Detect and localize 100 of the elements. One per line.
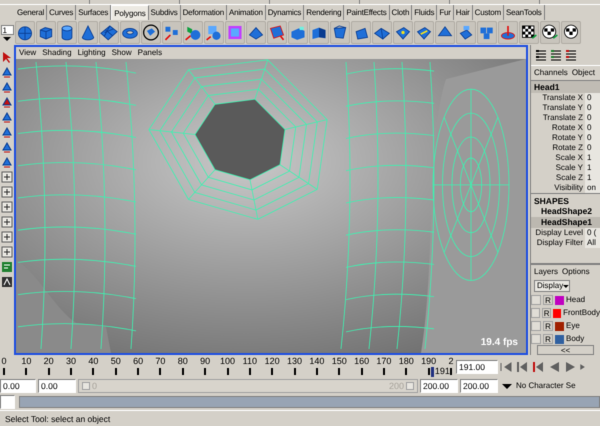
tool-icon[interactable]	[1, 96, 13, 108]
range-start-field[interactable]: 0.00	[38, 379, 76, 393]
attribute-value[interactable]: 0	[585, 92, 600, 103]
tool-icon[interactable]	[1, 111, 13, 123]
shelf-button[interactable]	[351, 21, 371, 44]
attribute-value[interactable]: 0	[585, 122, 600, 133]
shelf-button[interactable]	[36, 21, 56, 44]
shelf-button[interactable]	[57, 21, 77, 44]
shelf-button[interactable]	[309, 21, 329, 44]
reference-toggle[interactable]: R	[543, 295, 553, 305]
attribute-value[interactable]: 0	[585, 142, 600, 153]
shape-name[interactable]: HeadShape2	[531, 206, 600, 217]
reference-toggle[interactable]: R	[543, 321, 553, 331]
command-field[interactable]	[0, 395, 15, 409]
slider-handle[interactable]	[406, 382, 414, 390]
shelf-tab[interactable]: PaintEffects	[344, 5, 390, 20]
slider-handle[interactable]	[82, 382, 90, 390]
layout-icon[interactable]	[1, 171, 13, 183]
shelf-button[interactable]	[99, 21, 119, 44]
shelf-number-field[interactable]: 1	[0, 24, 14, 34]
shelf-tab[interactable]: Dynamics	[266, 5, 304, 20]
shelf-button[interactable]	[78, 21, 98, 44]
layout-icon[interactable]	[1, 216, 13, 228]
collapse-button[interactable]: <<	[537, 345, 594, 355]
list-icon[interactable]	[565, 49, 577, 61]
shelf-tab[interactable]: General	[15, 5, 48, 20]
shelf-button[interactable]	[393, 21, 413, 44]
attribute-name[interactable]: Translate Z	[531, 112, 585, 123]
attribute-name[interactable]: Display Filter	[531, 238, 585, 248]
layer-name[interactable]: FrontBody	[563, 308, 600, 318]
shelf-tab[interactable]: Fur	[437, 5, 454, 20]
shelf-tab[interactable]: Polygons	[111, 5, 148, 20]
tool-icon[interactable]	[1, 141, 13, 153]
start-time-field[interactable]: 0.00	[0, 379, 36, 393]
layer-name[interactable]: Body	[566, 334, 584, 344]
shelf-button[interactable]	[120, 21, 140, 44]
tool-icon[interactable]	[1, 66, 13, 78]
layer-name[interactable]: Head	[566, 295, 586, 305]
attribute-value[interactable]: 1	[585, 162, 600, 173]
shelf-tab[interactable]: Subdivs	[148, 5, 181, 20]
menu-item[interactable]: Lighting	[78, 47, 106, 59]
layout-icon[interactable]	[1, 201, 13, 213]
attribute-name[interactable]: Scale Z	[531, 172, 585, 183]
layer-color-swatch[interactable]	[555, 296, 564, 304]
reference-toggle[interactable]: R	[543, 334, 553, 344]
shelf-tab[interactable]: Cloth	[390, 5, 412, 20]
current-time-field[interactable]: 191.00	[456, 360, 498, 374]
attribute-value[interactable]: 0 (	[585, 228, 600, 238]
display-dropdown[interactable]: Display	[534, 280, 570, 292]
shelf-tab[interactable]: Hair	[454, 5, 473, 20]
shelf-tab[interactable]: SeanTools	[504, 5, 545, 20]
attribute-value[interactable]: 1	[585, 172, 600, 183]
layer-color-swatch[interactable]	[555, 322, 564, 330]
time-slider[interactable]: 0 10 20 30 40 50 60 70 80 90 100 110 120 130 140 150 160 170 180 190 2 191	[0, 355, 456, 378]
attribute-name[interactable]: Rotate Z	[531, 142, 585, 153]
attribute-value[interactable]: 0	[585, 102, 600, 113]
menu-item[interactable]: Options	[562, 267, 590, 277]
shelf-tab[interactable]: Rendering	[304, 5, 344, 20]
tool-icon[interactable]	[1, 81, 13, 93]
shelf-button[interactable]	[540, 21, 560, 44]
shelf-tab[interactable]: Custom	[472, 5, 504, 20]
attribute-name[interactable]: Visibility	[531, 182, 585, 193]
reference-toggle[interactable]: R	[542, 308, 552, 318]
list-icon[interactable]	[550, 49, 562, 61]
attribute-name[interactable]: Rotate X	[531, 122, 585, 133]
menu-item[interactable]: Channels	[534, 68, 568, 78]
menu-item[interactable]: Layers	[534, 267, 558, 277]
attribute-value[interactable]: 1	[585, 152, 600, 163]
shelf-tab[interactable]: Deformation	[180, 5, 227, 20]
layer-name[interactable]: Eye	[566, 321, 580, 331]
range-end-field[interactable]: 200.00	[420, 379, 458, 393]
attribute-name[interactable]: Display Level	[531, 228, 585, 238]
node-name[interactable]: Head1	[531, 80, 600, 93]
shelf-button[interactable]	[561, 21, 581, 44]
layout-icon[interactable]	[1, 186, 13, 198]
shelf-button[interactable]	[141, 21, 161, 44]
list-icon[interactable]	[535, 49, 547, 61]
shelf-button[interactable]	[435, 21, 455, 44]
current-time-marker[interactable]	[430, 367, 434, 377]
tool-icon[interactable]	[1, 276, 13, 288]
layout-icon[interactable]	[1, 231, 13, 243]
layout-icon[interactable]	[1, 246, 13, 258]
shelf-button[interactable]	[519, 21, 539, 44]
shelf-button[interactable]	[330, 21, 350, 44]
menu-item[interactable]: Object	[572, 68, 595, 78]
menu-item[interactable]: Panels	[138, 47, 162, 59]
shelf-button[interactable]	[15, 21, 35, 44]
shelf-button[interactable]	[372, 21, 392, 44]
tool-icon[interactable]	[1, 126, 13, 138]
shelf-tab[interactable]: Curves	[47, 5, 76, 20]
attribute-value[interactable]: on	[585, 182, 600, 193]
shelf-tab[interactable]: Fluids	[412, 5, 438, 20]
attribute-name[interactable]: Scale Y	[531, 162, 585, 173]
shelf-tab[interactable]: Animation	[226, 5, 266, 20]
arrow-icon[interactable]	[1, 51, 13, 63]
attribute-name[interactable]: Translate X	[531, 92, 585, 103]
menu-item[interactable]: Shading	[42, 47, 72, 59]
attribute-value[interactable]: 0	[585, 132, 600, 143]
caret-icon[interactable]	[3, 36, 11, 40]
menu-item[interactable]: View	[19, 47, 36, 59]
